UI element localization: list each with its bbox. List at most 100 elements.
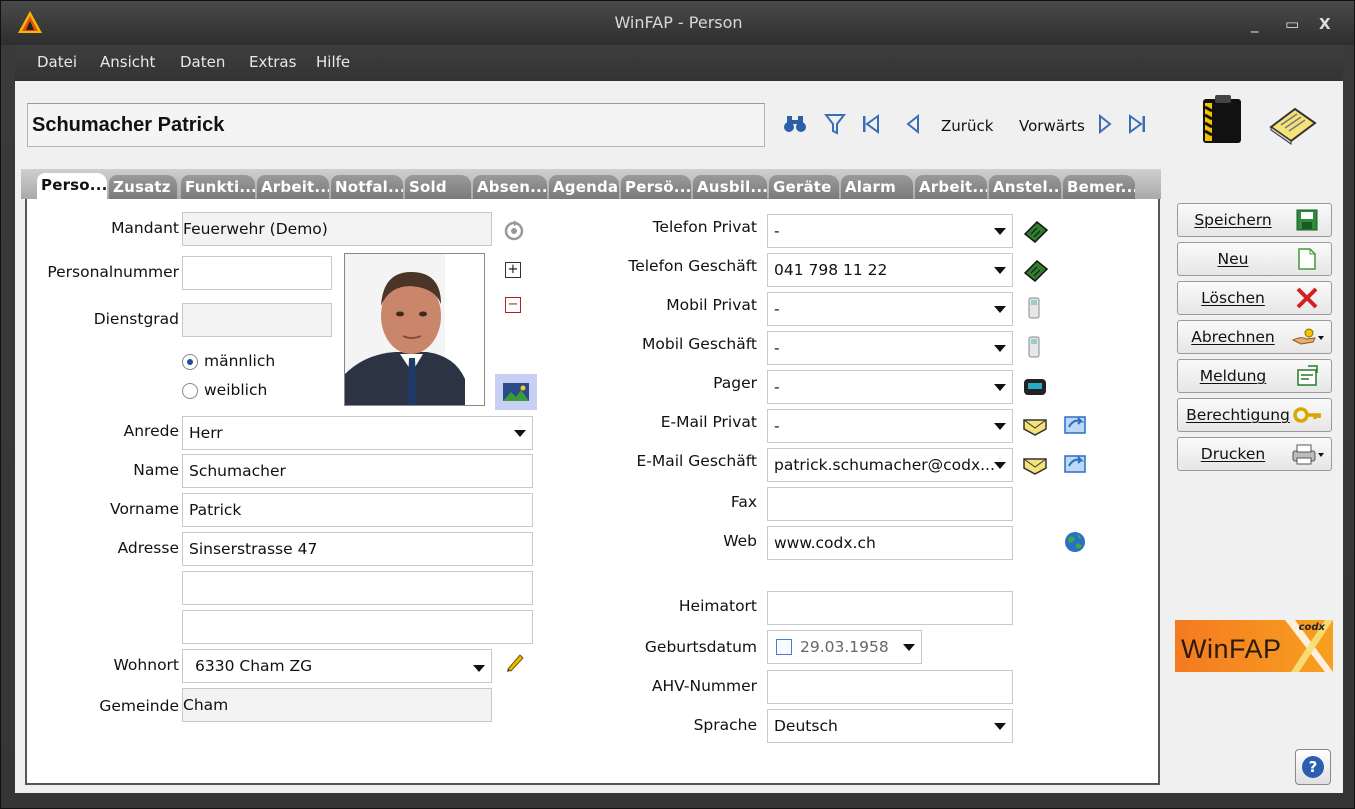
tab-agenda[interactable]: Agenda xyxy=(549,175,619,199)
fax-field[interactable] xyxy=(767,487,1013,521)
tab-absenzen[interactable]: Absen... xyxy=(473,175,547,199)
delete-button[interactable]: Löschen xyxy=(1177,281,1332,315)
tab-bemerkungen[interactable]: Bemer... xyxy=(1063,175,1135,199)
help-button[interactable]: ? xyxy=(1295,749,1331,785)
svg-text:?: ? xyxy=(1309,758,1318,776)
ahv-field[interactable] xyxy=(767,670,1013,704)
minimize-button[interactable]: _ xyxy=(1251,15,1259,33)
email-geschaeft-select[interactable]: patrick.schumacher@codx... xyxy=(767,448,1013,482)
chevron-down-icon xyxy=(514,430,526,437)
tab-ausbildung[interactable]: Ausbil... xyxy=(693,175,767,199)
mobile-phone-icon[interactable] xyxy=(1027,335,1041,359)
new-button[interactable]: Neu xyxy=(1177,242,1332,276)
tab-sold[interactable]: Sold xyxy=(405,175,471,199)
pager-icon[interactable] xyxy=(1023,377,1047,397)
berechtigung-button[interactable]: Berechtigung xyxy=(1177,398,1332,432)
picture-button[interactable] xyxy=(495,374,537,410)
geburtsdatum-checkbox[interactable] xyxy=(776,639,792,655)
sprache-select[interactable]: Deutsch xyxy=(767,709,1013,743)
email-privat-select[interactable]: - xyxy=(767,409,1013,443)
female-radio[interactable] xyxy=(182,383,198,399)
close-button[interactable]: X xyxy=(1319,15,1331,33)
add-photo-icon[interactable]: + xyxy=(505,262,521,278)
anrede-select[interactable]: Herr xyxy=(182,416,533,450)
vorname-field[interactable]: Patrick xyxy=(182,493,533,527)
meldung-button[interactable]: Meldung xyxy=(1177,359,1332,393)
web-label: Web xyxy=(723,532,757,550)
dienstgrad-field xyxy=(182,303,332,337)
wohnort-label: Wohnort xyxy=(113,656,179,674)
pager-select[interactable]: - xyxy=(767,370,1013,404)
reset-icon[interactable] xyxy=(503,219,525,241)
codx-logo-text: codx xyxy=(1298,622,1325,633)
notes-icon[interactable] xyxy=(1267,105,1319,145)
email-icon[interactable] xyxy=(1023,417,1047,437)
phone-icon[interactable] xyxy=(1023,259,1049,283)
tab-arbeit-2[interactable]: Arbeit... xyxy=(915,175,987,199)
pencil-icon[interactable] xyxy=(504,651,526,673)
first-record-icon[interactable] xyxy=(859,111,883,137)
chevron-down-icon xyxy=(903,644,915,651)
remove-photo-icon[interactable]: − xyxy=(505,297,521,313)
tab-arbeit-1[interactable]: Arbeit... xyxy=(257,175,329,199)
binoculars-icon[interactable] xyxy=(783,111,807,137)
adresse-label: Adresse xyxy=(117,539,179,557)
mobil-privat-label: Mobil Privat xyxy=(666,296,757,314)
personalnummer-field[interactable] xyxy=(182,256,332,290)
tel-privat-label: Telefon Privat xyxy=(652,218,757,236)
geburtsdatum-picker[interactable]: 29.03.1958 xyxy=(767,630,922,664)
filter-icon[interactable] xyxy=(823,111,847,137)
client-area: Schumacher Patrick Zurück Vorwärts Perso… xyxy=(15,81,1343,793)
save-button[interactable]: Speichern xyxy=(1177,203,1332,237)
tab-zusatz[interactable]: Zusatz xyxy=(109,175,177,199)
tab-person[interactable]: Perso... xyxy=(37,173,107,199)
menu-extras[interactable]: Extras xyxy=(249,53,296,71)
name-field[interactable]: Schumacher xyxy=(182,454,533,488)
mobile-phone-icon[interactable] xyxy=(1027,296,1041,320)
email-icon[interactable] xyxy=(1023,456,1047,476)
print-button[interactable]: Drucken xyxy=(1177,437,1332,471)
menu-datei[interactable]: Datei xyxy=(37,53,77,71)
binder-icon[interactable] xyxy=(1201,95,1243,145)
winfap-logo-text: WinFAP xyxy=(1181,634,1282,664)
tab-funktionen[interactable]: Funkti... xyxy=(181,175,255,199)
adresse-line1-field[interactable]: Sinserstrasse 47 xyxy=(182,532,533,566)
send-mail-icon[interactable] xyxy=(1063,452,1087,476)
menu-daten[interactable]: Daten xyxy=(180,53,225,71)
tab-notfall[interactable]: Notfal... xyxy=(331,175,403,199)
male-label: männlich xyxy=(204,352,276,370)
adresse-line3-field[interactable] xyxy=(182,610,533,644)
send-mail-icon[interactable] xyxy=(1063,413,1087,437)
payment-hand-icon xyxy=(1291,328,1324,345)
adresse-line2-field[interactable] xyxy=(182,571,533,605)
tel-geschaeft-select[interactable]: 041 798 11 22 xyxy=(767,253,1013,287)
tel-privat-select[interactable]: - xyxy=(767,214,1013,248)
berechtigung-label: Berechtigung xyxy=(1186,406,1290,424)
next-record-icon[interactable] xyxy=(1093,111,1117,137)
maximize-button[interactable]: ▭ xyxy=(1285,15,1299,33)
tab-alarm[interactable]: Alarm xyxy=(841,175,913,199)
male-radio[interactable] xyxy=(182,354,198,370)
tab-anstellung[interactable]: Anstel... xyxy=(989,175,1061,199)
name-label: Name xyxy=(133,461,179,479)
last-record-icon[interactable] xyxy=(1125,111,1149,137)
menu-hilfe[interactable]: Hilfe xyxy=(316,53,350,71)
heimatort-field[interactable] xyxy=(767,591,1013,625)
mobil-privat-select[interactable]: - xyxy=(767,292,1013,326)
phone-icon[interactable] xyxy=(1023,220,1049,244)
vorname-label: Vorname xyxy=(110,500,179,518)
globe-icon[interactable] xyxy=(1063,530,1087,554)
tab-geraete[interactable]: Geräte xyxy=(769,175,839,199)
menu-ansicht[interactable]: Ansicht xyxy=(100,53,155,71)
forward-button[interactable]: Vorwärts xyxy=(1019,117,1085,135)
previous-record-icon[interactable] xyxy=(901,111,925,137)
back-button[interactable]: Zurück xyxy=(941,117,993,135)
sprache-label: Sprache xyxy=(693,716,757,734)
chevron-down-icon xyxy=(994,423,1006,430)
web-field[interactable]: www.codx.ch xyxy=(767,526,1013,560)
title-bar: WinFAP - Person _ ▭ X xyxy=(1,1,1355,45)
mobil-geschaeft-select[interactable]: - xyxy=(767,331,1013,365)
wohnort-select[interactable]: 6330 Cham ZG xyxy=(182,649,492,683)
abrechnen-button[interactable]: Abrechnen xyxy=(1177,320,1332,354)
tab-persoenlich[interactable]: Persö... xyxy=(621,175,691,199)
